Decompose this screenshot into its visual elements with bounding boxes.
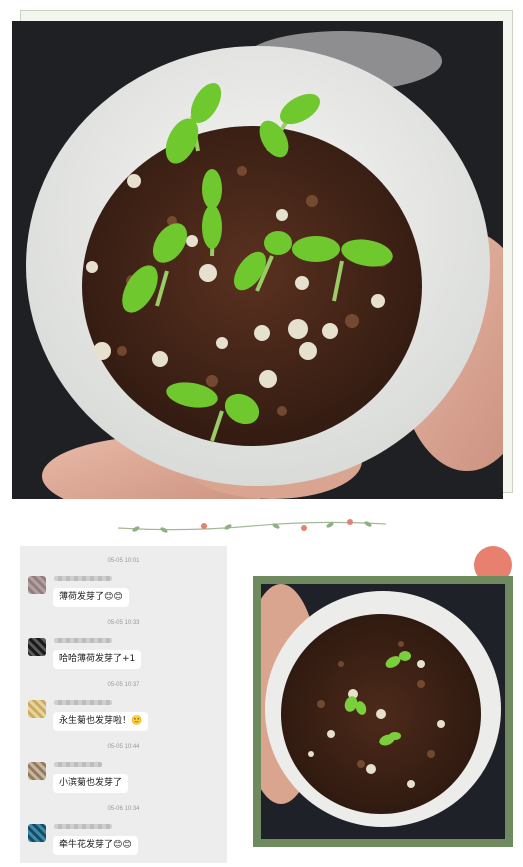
- seedling-cup-photo: [12, 21, 503, 499]
- seedling-cup-illustration: [12, 21, 503, 499]
- message-bubble: 小滨菊也发芽了: [53, 774, 129, 793]
- message-timestamp: 05-05 10:33: [107, 620, 140, 626]
- blurred-nickname: [54, 700, 112, 705]
- sprouts-cup-photo: [261, 584, 505, 839]
- blurred-nickname: [54, 576, 112, 581]
- vine-divider-icon: [116, 516, 388, 536]
- avatar: [28, 638, 46, 656]
- message-timestamp: 05-05 10:37: [107, 682, 140, 688]
- avatar: [28, 824, 46, 842]
- avatar: [28, 576, 46, 594]
- message-bubble: 牵牛花发芽了😊😊: [53, 836, 138, 855]
- message-bubble: 薄荷发芽了😊😊: [53, 588, 129, 607]
- blurred-nickname: [54, 762, 102, 767]
- avatar: [28, 762, 46, 780]
- message-timestamp: 05-06 10:34: [107, 806, 140, 812]
- message-timestamp: 05-05 10:44: [107, 744, 140, 750]
- blurred-nickname: [54, 638, 112, 643]
- sprouts-cup-illustration: [261, 584, 505, 839]
- avatar: [28, 700, 46, 718]
- chat-screenshot: 05-05 10:01 薄荷发芽了😊😊 05-05 10:33 哈哈薄荷发芽了+…: [20, 546, 227, 863]
- message-timestamp: 05-05 10:01: [107, 558, 140, 564]
- message-bubble: 永生菊也发芽啦！🙂: [53, 712, 149, 731]
- blurred-nickname: [54, 824, 112, 829]
- message-bubble: 哈哈薄荷发芽了+1: [53, 650, 142, 669]
